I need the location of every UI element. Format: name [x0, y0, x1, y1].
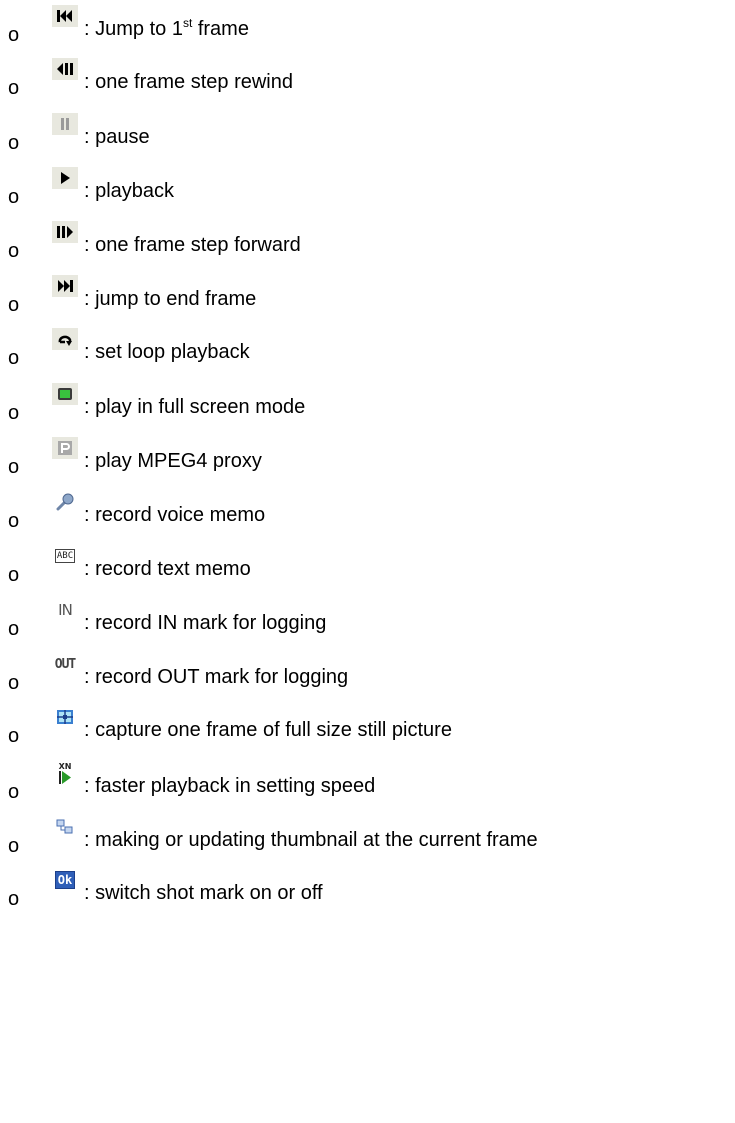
- list-item: o : making or updating thumbnail at the …: [0, 816, 735, 860]
- bullet: o: [8, 456, 20, 478]
- skip-to-start-icon: [52, 5, 78, 27]
- bullet: o: [8, 186, 20, 208]
- step-rewind-icon: [52, 58, 78, 80]
- loop-icon: [52, 328, 78, 350]
- list-item: o : play MPEG4 proxy: [0, 437, 735, 481]
- item-label: : one frame step forward: [84, 234, 301, 256]
- bullet: o: [8, 725, 20, 747]
- play-icon: [52, 167, 78, 189]
- in-mark-icon: IN: [58, 601, 73, 619]
- microphone-icon: [52, 491, 78, 513]
- fast-forward-speed-icon: XN: [52, 762, 78, 784]
- bullet: o: [8, 347, 20, 369]
- bullet: o: [8, 402, 20, 424]
- bullet: o: [8, 564, 20, 586]
- proxy-p-icon: [52, 437, 78, 459]
- out-mark-icon: OUT: [54, 656, 77, 672]
- list-item: o : record voice memo: [0, 491, 735, 535]
- list-item: o : play in full screen mode: [0, 383, 735, 427]
- item-label: : jump to end frame: [84, 288, 257, 310]
- list-item: o OUT : record OUT mark for logging: [0, 653, 735, 697]
- item-label: : making or updating thumbnail at the cu…: [84, 829, 538, 851]
- item-label: : one frame step rewind: [84, 71, 293, 93]
- item-label: : play in full screen mode: [84, 396, 306, 418]
- list-item: o : playback: [0, 167, 735, 211]
- list-item: o : capture one frame of full size still…: [0, 706, 735, 750]
- bullet: o: [8, 618, 20, 640]
- item-label: : Jump to 1st frame: [84, 16, 249, 40]
- bullet: o: [8, 510, 20, 532]
- bullet: o: [8, 77, 20, 99]
- skip-to-end-icon: [52, 275, 78, 297]
- item-label: : record text memo: [84, 558, 251, 580]
- item-label: : record OUT mark for logging: [84, 666, 349, 688]
- bullet: o: [8, 240, 20, 262]
- list-item: o : jump to end frame: [0, 275, 735, 319]
- bullet: o: [8, 835, 20, 857]
- item-label: : switch shot mark on or off: [84, 882, 323, 904]
- list-item: o IN : record IN mark for logging: [0, 599, 735, 643]
- capture-frame-icon: [52, 706, 78, 728]
- list-item: o : pause: [0, 113, 735, 157]
- bullet: o: [8, 781, 20, 803]
- list-item: o : one frame step rewind: [0, 58, 735, 102]
- fullscreen-icon: [52, 383, 78, 405]
- bullet: o: [8, 24, 20, 46]
- item-label: : pause: [84, 126, 150, 148]
- item-label: : playback: [84, 180, 175, 202]
- step-forward-icon: [52, 221, 78, 243]
- list-item: o ABC : record text memo: [0, 545, 735, 589]
- ok-shot-mark-icon: Ok: [52, 869, 78, 891]
- list-item: o XN : faster playback in setting speed: [0, 762, 735, 806]
- item-label: : record voice memo: [84, 504, 266, 526]
- bullet: o: [8, 672, 20, 694]
- list-item: o : Jump to 1st frame: [0, 5, 735, 49]
- item-label: : record IN mark for logging: [84, 612, 327, 634]
- bullet: o: [8, 294, 20, 316]
- list-item: o Ok : switch shot mark on or off: [0, 869, 735, 913]
- item-label: : capture one frame of full size still p…: [84, 719, 452, 741]
- list-item: o : one frame step forward: [0, 221, 735, 265]
- item-label: : faster playback in setting speed: [84, 775, 376, 797]
- abc-memo-icon: ABC: [54, 549, 76, 563]
- item-label: : play MPEG4 proxy: [84, 450, 262, 472]
- bullet: o: [8, 888, 20, 910]
- bullet: o: [8, 132, 20, 154]
- list-item: o : set loop playback: [0, 328, 735, 372]
- thumbnail-icon: [52, 816, 78, 838]
- legend-list: o : Jump to 1st frame o : one frame step…: [0, 0, 735, 1123]
- pause-icon: [52, 113, 78, 135]
- item-label: : set loop playback: [84, 341, 250, 363]
